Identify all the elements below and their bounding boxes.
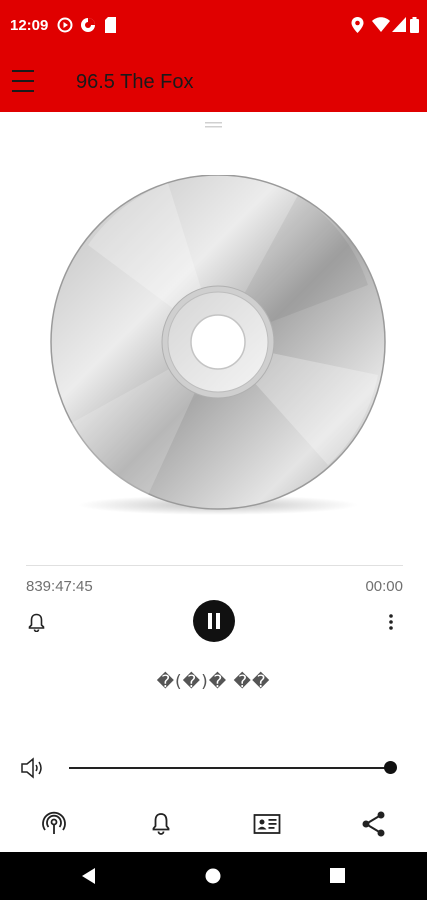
cd-disc-image (50, 175, 386, 515)
total-time: 00:00 (365, 578, 403, 595)
progress-bar[interactable] (26, 565, 403, 566)
battery-icon (410, 17, 419, 33)
drag-handle[interactable] (205, 121, 222, 129)
podcast-icon[interactable] (40, 810, 68, 838)
contact-card-icon[interactable] (253, 810, 281, 838)
signal-icon (392, 17, 406, 32)
app-title: 96.5 The Fox (76, 71, 194, 93)
share-icon[interactable] (360, 810, 388, 838)
volume-slider-thumb[interactable] (384, 761, 397, 774)
alarm-bell-icon[interactable] (28, 613, 45, 632)
location-icon (351, 17, 364, 33)
pause-button[interactable] (193, 600, 235, 642)
volume-icon[interactable] (20, 756, 46, 780)
volume-slider[interactable] (69, 767, 391, 769)
status-time: 12:09 (10, 17, 49, 34)
sd-card-icon (105, 17, 116, 33)
system-nav-bar (0, 852, 427, 900)
pause-icon (208, 613, 220, 629)
wifi-icon (372, 17, 390, 32)
pie-icon (81, 18, 95, 32)
track-title: �(�)� �� (156, 672, 271, 692)
home-icon[interactable] (205, 868, 221, 884)
status-bar: 12:09 (0, 0, 427, 52)
recents-icon[interactable] (330, 868, 345, 883)
play-circle-icon (57, 17, 73, 33)
bell-icon[interactable] (147, 810, 175, 838)
back-icon[interactable] (80, 867, 97, 885)
hamburger-menu-icon[interactable] (8, 64, 44, 98)
more-vert-icon[interactable] (386, 613, 396, 631)
app-bar: 96.5 The Fox (0, 52, 427, 112)
elapsed-time: 839:47:45 (26, 578, 93, 595)
